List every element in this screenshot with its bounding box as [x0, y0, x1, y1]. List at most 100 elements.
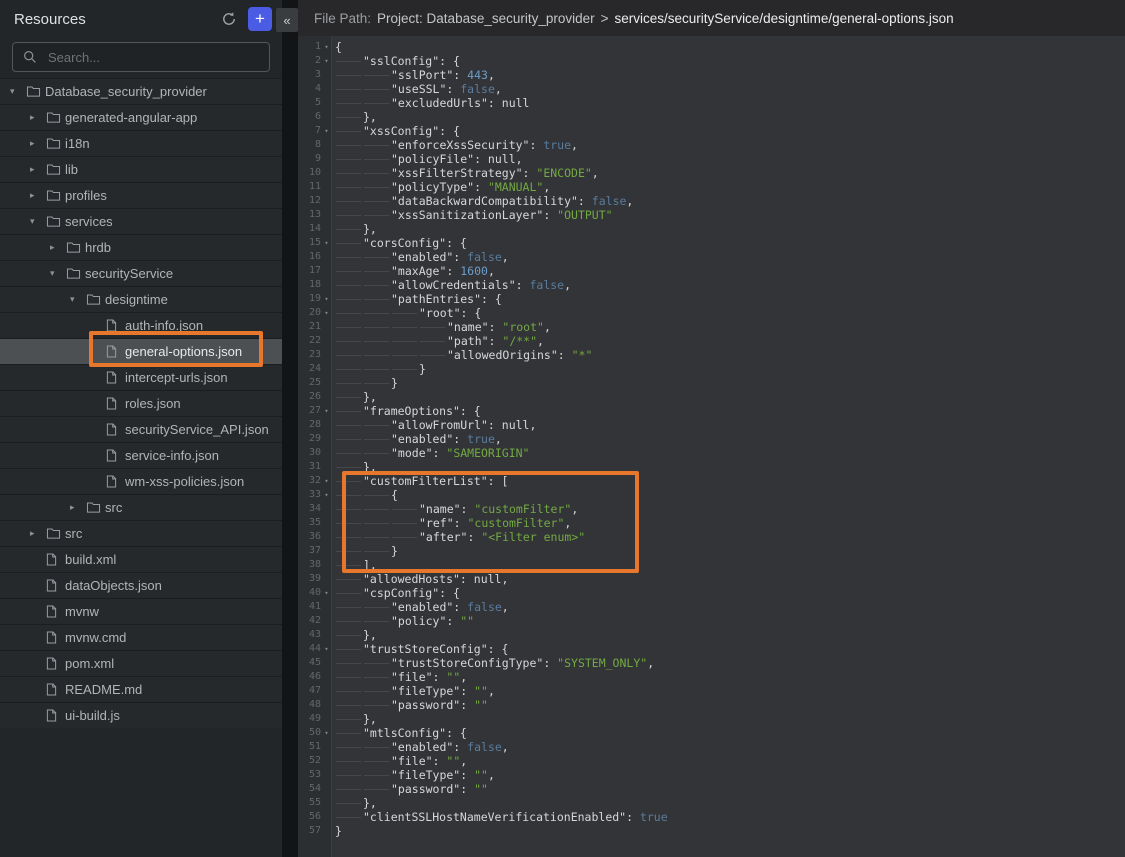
search-box[interactable]	[12, 42, 270, 72]
code-line[interactable]: 34"name": "customFilter",	[298, 502, 1125, 516]
tree-folder-services[interactable]: ▾services	[0, 208, 282, 234]
tree-file-general-options.json[interactable]: general-options.json	[0, 338, 282, 364]
code-editor[interactable]: 1▾{2▾"sslConfig": {3"sslPort": 443,4"use…	[298, 36, 1125, 857]
code-line[interactable]: 46"file": "",	[298, 670, 1125, 684]
fold-arrow-icon[interactable]: ▾	[321, 488, 332, 502]
code-line[interactable]: 28"allowFromUrl": null,	[298, 418, 1125, 432]
code-line[interactable]: 6},	[298, 110, 1125, 124]
code-line[interactable]: 52"file": "",	[298, 754, 1125, 768]
code-line[interactable]: 38],	[298, 558, 1125, 572]
chevron-right-icon[interactable]: ▸	[70, 502, 86, 513]
fold-arrow-icon[interactable]: ▾	[321, 474, 332, 488]
fold-arrow-icon[interactable]: ▾	[321, 124, 332, 138]
code-line[interactable]: 50▾"mtlsConfig": {	[298, 726, 1125, 740]
chevron-right-icon[interactable]: ▸	[30, 138, 46, 149]
fold-arrow-icon[interactable]: ▾	[321, 40, 332, 54]
code-line[interactable]: 55},	[298, 796, 1125, 810]
refresh-button[interactable]	[218, 8, 240, 30]
tree-file-intercept-urls.json[interactable]: intercept-urls.json	[0, 364, 282, 390]
code-line[interactable]: 43},	[298, 628, 1125, 642]
code-line[interactable]: 57}	[298, 824, 1125, 838]
fold-arrow-icon[interactable]: ▾	[321, 236, 332, 250]
tree-folder-hrdb[interactable]: ▸hrdb	[0, 234, 282, 260]
fold-arrow-icon[interactable]: ▾	[321, 54, 332, 68]
code-line[interactable]: 39"allowedHosts": null,	[298, 572, 1125, 586]
search-input[interactable]	[46, 49, 259, 66]
tree-file-mvnw[interactable]: mvnw	[0, 598, 282, 624]
fold-arrow-icon[interactable]: ▾	[321, 306, 332, 320]
code-line[interactable]: 40▾"cspConfig": {	[298, 586, 1125, 600]
fold-arrow-icon[interactable]: ▾	[321, 404, 332, 418]
code-line[interactable]: 1▾{	[298, 40, 1125, 54]
code-line[interactable]: 22"path": "/**",	[298, 334, 1125, 348]
chevron-down-icon[interactable]: ▾	[50, 268, 66, 279]
code-line[interactable]: 9"policyFile": null,	[298, 152, 1125, 166]
chevron-down-icon[interactable]: ▾	[10, 86, 26, 97]
code-line[interactable]: 4"useSSL": false,	[298, 82, 1125, 96]
code-line[interactable]: 10"xssFilterStrategy": "ENCODE",	[298, 166, 1125, 180]
chevron-right-icon[interactable]: ▸	[30, 164, 46, 175]
code-line[interactable]: 53"fileType": "",	[298, 768, 1125, 782]
tree-folder-i18n[interactable]: ▸i18n	[0, 130, 282, 156]
code-line[interactable]: 17"maxAge": 1600,	[298, 264, 1125, 278]
code-line[interactable]: 8"enforceXssSecurity": true,	[298, 138, 1125, 152]
chevron-right-icon[interactable]: ▸	[30, 190, 46, 201]
code-line[interactable]: 21"name": "root",	[298, 320, 1125, 334]
code-line[interactable]: 7▾"xssConfig": {	[298, 124, 1125, 138]
tree-file-wm-xss-policies.json[interactable]: wm-xss-policies.json	[0, 468, 282, 494]
tree-folder-src[interactable]: ▸src	[0, 520, 282, 546]
tree-file-README.md[interactable]: README.md	[0, 676, 282, 702]
chevron-right-icon[interactable]: ▸	[30, 528, 46, 539]
collapse-sidebar-button[interactable]: «	[276, 8, 298, 32]
tree-file-pom.xml[interactable]: pom.xml	[0, 650, 282, 676]
code-line[interactable]: 18"allowCredentials": false,	[298, 278, 1125, 292]
add-resource-button[interactable]: +	[248, 7, 272, 31]
code-line[interactable]: 51"enabled": false,	[298, 740, 1125, 754]
code-line[interactable]: 16"enabled": false,	[298, 250, 1125, 264]
code-line[interactable]: 42"policy": ""	[298, 614, 1125, 628]
code-line[interactable]: 15▾"corsConfig": {	[298, 236, 1125, 250]
tree-file-roles.json[interactable]: roles.json	[0, 390, 282, 416]
tree-file-securityService_API.json[interactable]: securityService_API.json	[0, 416, 282, 442]
tree-folder-designtime[interactable]: ▾designtime	[0, 286, 282, 312]
code-line[interactable]: 27▾"frameOptions": {	[298, 404, 1125, 418]
fold-arrow-icon[interactable]: ▾	[321, 642, 332, 656]
fold-arrow-icon[interactable]: ▾	[321, 586, 332, 600]
code-line[interactable]: 35"ref": "customFilter",	[298, 516, 1125, 530]
tree-file-build.xml[interactable]: build.xml	[0, 546, 282, 572]
tree-folder-profiles[interactable]: ▸profiles	[0, 182, 282, 208]
code-line[interactable]: 31},	[298, 460, 1125, 474]
code-line[interactable]: 14},	[298, 222, 1125, 236]
fold-arrow-icon[interactable]: ▾	[321, 292, 332, 306]
code-line[interactable]: 45"trustStoreConfigType": "SYSTEM_ONLY",	[298, 656, 1125, 670]
code-line[interactable]: 5"excludedUrls": null	[298, 96, 1125, 110]
chevron-down-icon[interactable]: ▾	[70, 294, 86, 305]
code-line[interactable]: 29"enabled": true,	[298, 432, 1125, 446]
code-line[interactable]: 13"xssSanitizationLayer": "OUTPUT"	[298, 208, 1125, 222]
code-line[interactable]: 12"dataBackwardCompatibility": false,	[298, 194, 1125, 208]
code-line[interactable]: 33▾{	[298, 488, 1125, 502]
code-line[interactable]: 48"password": ""	[298, 698, 1125, 712]
code-line[interactable]: 19▾"pathEntries": {	[298, 292, 1125, 306]
tree-file-dataObjects.json[interactable]: dataObjects.json	[0, 572, 282, 598]
chevron-right-icon[interactable]: ▸	[50, 242, 66, 253]
tree-folder-securityService[interactable]: ▾securityService	[0, 260, 282, 286]
code-line[interactable]: 37}	[298, 544, 1125, 558]
chevron-right-icon[interactable]: ▸	[30, 112, 46, 123]
tree-folder-lib[interactable]: ▸lib	[0, 156, 282, 182]
code-line[interactable]: 11"policyType": "MANUAL",	[298, 180, 1125, 194]
tree-folder-Database_security_provider[interactable]: ▾Database_security_provider	[0, 78, 282, 104]
code-line[interactable]: 23"allowedOrigins": "*"	[298, 348, 1125, 362]
tree-file-auth-info.json[interactable]: auth-info.json	[0, 312, 282, 338]
tree-file-service-info.json[interactable]: service-info.json	[0, 442, 282, 468]
code-line[interactable]: 47"fileType": "",	[298, 684, 1125, 698]
code-line[interactable]: 54"password": ""	[298, 782, 1125, 796]
code-line[interactable]: 56"clientSSLHostNameVerificationEnabled"…	[298, 810, 1125, 824]
code-line[interactable]: 41"enabled": false,	[298, 600, 1125, 614]
code-line[interactable]: 44▾"trustStoreConfig": {	[298, 642, 1125, 656]
fold-arrow-icon[interactable]: ▾	[321, 726, 332, 740]
code-line[interactable]: 49},	[298, 712, 1125, 726]
tree-file-mvnw.cmd[interactable]: mvnw.cmd	[0, 624, 282, 650]
tree-folder-generated-angular-app[interactable]: ▸generated-angular-app	[0, 104, 282, 130]
code-line[interactable]: 20▾"root": {	[298, 306, 1125, 320]
